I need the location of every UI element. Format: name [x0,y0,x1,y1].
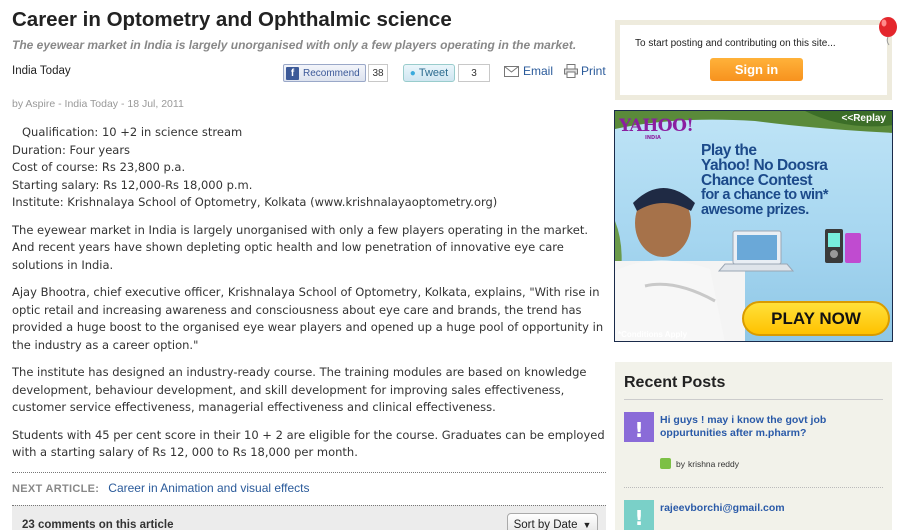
divider [624,399,883,400]
fact-cost: Cost of course: Rs 23,800 p.a. [12,160,186,174]
signin-box: To start posting and contributing on thi… [615,20,892,100]
recent-post-link[interactable]: rajeevborchi@gmail.com [660,502,860,515]
fact-institute: Institute: Krishnalaya School of Optomet… [12,195,498,209]
signin-button[interactable]: Sign in [710,58,803,81]
signin-prompt: To start posting and contributing on thi… [635,38,836,49]
sort-dropdown[interactable]: Sort by Date ▼ [507,512,598,530]
yahoo-logo: YAHOO! [619,116,694,136]
comments-bar: 23 comments on this article Sort by Date… [12,504,606,530]
user-icon [660,458,671,469]
article-paragraph: The institute has designed an industry-r… [12,365,587,414]
caret-down-icon: ▼ [582,519,592,530]
fact-salary: Starting salary: Rs 12,000-Rs 18,000 p.m… [12,177,253,192]
fact-duration: Duration: Four years [12,142,131,157]
facebook-recommend-label: Recommend [303,67,360,79]
recent-posts-title: Recent Posts [624,374,726,391]
ad-headline-line: for a chance to win* [701,187,828,203]
ad-replay-link[interactable]: <<Replay [842,113,886,124]
post-author: by krishna reddy [660,458,739,469]
printer-icon [564,64,578,78]
tweet-count: 3 [458,64,490,82]
envelope-icon [504,65,519,77]
email-label: Email [523,64,554,78]
next-article-link[interactable]: Career in Animation and visual effects [108,481,309,495]
post-author-prefix: by [676,458,685,469]
comments-count: 23 comments on this article [22,518,174,530]
article-byline: by Aspire - India Today - 18 Jul, 2011 [12,98,184,110]
twitter-icon: ● [409,67,416,79]
course-facts: Qualification: 10 +2 in science stream D… [12,124,606,212]
tweet-button[interactable]: ● Tweet [403,64,455,82]
balloon-icon [879,17,897,46]
post-author-name[interactable]: krishna reddy [688,459,739,469]
ad-headline-line: Yahoo! No Doosra [701,157,828,174]
ad-conditions: *Conditions Apply [618,330,688,339]
ad-headline: Play the Yahoo! No Doosra Chance Contest… [701,143,876,218]
ad-headline-line: Play the [701,142,757,159]
article-title: Career in Optometry and Ophthalmic scien… [12,8,452,31]
tweet-label: Tweet [418,67,449,79]
article-paragraph: Students with 45 per cent score in their… [12,427,605,460]
avatar: ! [624,500,654,530]
recent-posts: Recent Posts ! Hi guys ! may i know the … [615,362,892,530]
facebook-count: 38 [368,64,388,82]
next-article: NEXT ARTICLE: Career in Animation and vi… [12,471,606,495]
recent-post-link[interactable]: Hi guys ! may i know the govt job oppurt… [660,414,860,440]
ad-headline-line: awesome prizes. [701,202,809,218]
article: Career in Optometry and Ophthalmic scien… [12,8,606,530]
yahoo-ad-banner[interactable]: YAHOO! INDIA <<Replay Play the Yahoo! No… [614,110,893,342]
article-paragraph: The eyewear market in India is largely u… [12,222,589,272]
article-subtitle: The eyewear market in India is largely u… [12,38,577,52]
avatar: ! [624,412,654,442]
fact-qualification: Qualification: 10 +2 in science stream [22,125,243,139]
print-label: Print [581,64,606,78]
facebook-icon: f [286,66,299,80]
yahoo-logo-sub: INDIA [645,135,661,141]
print-link[interactable]: Print [564,64,606,78]
play-now-button[interactable]: PLAY NOW [742,301,890,336]
facebook-recommend-button[interactable]: f Recommend [283,64,366,82]
share-bar: India Today f Recommend 38 ● Tweet 3 Ema… [12,60,606,86]
divider [624,487,883,488]
ad-headline-line: Chance Contest [701,172,813,189]
sort-label: Sort by Date [513,518,578,530]
email-link[interactable]: Email [504,64,553,78]
article-source: India Today [12,65,71,77]
article-paragraph: Ajay Bhootra, chief executive officer, K… [12,285,604,352]
next-article-label: NEXT ARTICLE: [12,482,100,495]
